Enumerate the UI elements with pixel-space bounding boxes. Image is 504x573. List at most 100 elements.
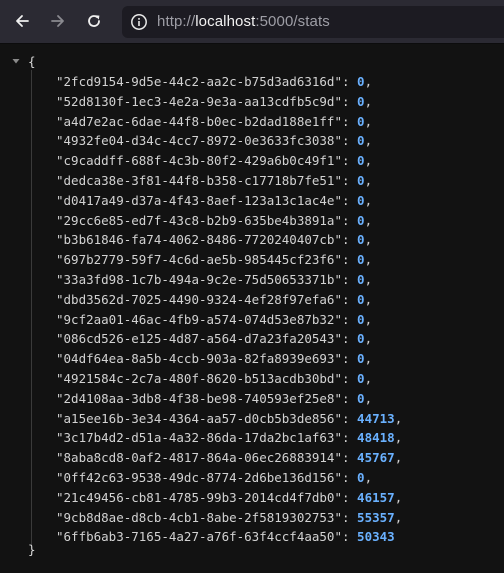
json-colon: :	[341, 351, 358, 367]
json-entry-row: "0ff42c63-9538-49dc-8774-2d6be136d156": …	[56, 470, 372, 486]
json-viewer: { "2fcd9154-9d5e-44c2-aa2c-b75d3ad6316d"…	[0, 44, 504, 573]
json-comma: ,	[364, 192, 373, 208]
forward-button[interactable]	[44, 7, 72, 35]
url-text[interactable]: http://localhost:5000/stats	[157, 13, 330, 31]
json-key: "33a3fd98-1c7b-494a-9c2e-75d50653371b"	[56, 272, 342, 287]
browser-toolbar: http://localhost:5000/stats	[0, 0, 504, 44]
json-entry-row: "a4d7e2ac-6dae-44f8-b0ec-b2dad188e1ff": …	[56, 114, 372, 130]
json-value: 0	[357, 272, 365, 287]
json-comma: ,	[364, 212, 373, 228]
json-comma: ,	[394, 489, 403, 505]
arrow-right-icon	[51, 15, 64, 27]
json-key: "52d8130f-1ec3-4e2a-9e3a-aa13cdfb5c9d"	[56, 93, 342, 109]
json-colon: :	[341, 470, 358, 485]
json-value: 0	[357, 351, 365, 367]
json-value: 46157	[357, 489, 395, 505]
json-key: "21c49456-cb81-4785-99b3-2014cd4f7db0"	[56, 489, 342, 505]
json-key: "9cb8d8ae-d8cb-4cb1-8abe-2f5819302753"	[56, 509, 342, 525]
json-value: 0	[357, 331, 365, 347]
reload-button[interactable]	[80, 7, 108, 35]
indent-guide	[31, 70, 32, 546]
json-colon: :	[341, 212, 358, 228]
json-value: 0	[357, 192, 365, 208]
json-key: "8aba8cd8-0af2-4817-864a-06ec26883914"	[56, 450, 342, 466]
json-entry-row: "c9caddff-688f-4c3b-80f2-429a6b0c49f1": …	[56, 153, 372, 169]
json-close-brace: }	[28, 542, 36, 557]
json-value: 0	[357, 291, 365, 307]
json-comma: ,	[364, 331, 373, 347]
json-value: 0	[357, 212, 365, 228]
json-comma: ,	[364, 272, 373, 287]
json-colon: :	[341, 529, 358, 545]
json-key: "c9caddff-688f-4c3b-80f2-429a6b0c49f1"	[56, 153, 342, 169]
json-entry-row: "21c49456-cb81-4785-99b3-2014cd4f7db0": …	[56, 490, 402, 506]
json-colon: :	[341, 113, 358, 129]
json-key: "04df64ea-8a5b-4ccb-903a-82fa8939e693"	[56, 351, 342, 367]
address-bar[interactable]: http://localhost:5000/stats	[122, 6, 504, 38]
json-key: "a4d7e2ac-6dae-44f8-b0ec-b2dad188e1ff"	[56, 113, 342, 129]
json-colon: :	[341, 272, 358, 287]
json-colon: :	[341, 430, 358, 446]
json-entry-row: "4932fe04-d34c-4cc7-8972-0e3633fc3038": …	[56, 133, 372, 149]
json-entry-row: "a15ee16b-3e34-4364-aa57-d0cb5b3de856": …	[56, 411, 402, 427]
json-comma: ,	[394, 430, 403, 446]
json-colon: :	[341, 489, 358, 505]
json-comma: ,	[394, 450, 403, 466]
json-entry-row: "8aba8cd8-0af2-4817-864a-06ec26883914": …	[56, 450, 402, 466]
json-value: 44713	[357, 410, 395, 426]
json-comma: ,	[364, 133, 373, 149]
json-key: "9cf2aa01-46ac-4fb9-a574-074d53e87b32"	[56, 311, 342, 327]
json-key: "29cc6e85-ed7f-43c8-b2b9-635be4b3891a"	[56, 212, 342, 228]
json-key: "d0417a49-d37a-4f43-8aef-123a13c1ac4e"	[56, 192, 342, 208]
json-colon: :	[341, 252, 358, 268]
json-colon: :	[341, 410, 358, 426]
json-entry-row: "086cd526-e125-4d87-a564-d7a23fa20543": …	[56, 331, 372, 347]
json-entry-row: "2d4108aa-3db8-4f38-be98-740593ef25e8": …	[56, 391, 372, 407]
json-comma: ,	[364, 232, 373, 248]
json-value: 0	[357, 93, 365, 109]
json-key: "4921584c-2c7a-480f-8620-b513acdb30bd"	[56, 371, 342, 386]
json-value: 0	[357, 74, 365, 89]
json-entry-row: "04df64ea-8a5b-4ccb-903a-82fa8939e693": …	[56, 351, 372, 367]
json-colon: :	[341, 291, 358, 307]
back-button[interactable]	[8, 7, 36, 35]
reload-icon	[88, 15, 100, 27]
json-comma: ,	[364, 74, 373, 89]
url-scheme: http://	[157, 13, 196, 30]
json-entry-row: "b3b61846-fa74-4062-8486-7720240407cb": …	[56, 232, 372, 248]
json-entry-row: "3c17b4d2-d51a-4a32-86da-17da2bc1af63": …	[56, 430, 402, 446]
json-entry-row: "dedca38e-3f81-44f8-b358-c17718b7fe51": …	[56, 173, 372, 189]
json-comma: ,	[364, 113, 373, 129]
json-value: 50343	[357, 529, 395, 545]
json-value: 0	[357, 470, 365, 485]
json-colon: :	[341, 371, 358, 386]
json-comma: ,	[364, 93, 373, 109]
arrow-left-icon	[16, 15, 29, 27]
json-value: 0	[357, 390, 365, 406]
json-entry-row: "29cc6e85-ed7f-43c8-b2b9-635be4b3891a": …	[56, 213, 372, 229]
json-colon: :	[341, 192, 358, 208]
json-value: 0	[357, 113, 365, 129]
json-colon: :	[341, 133, 358, 149]
json-value: 45767	[357, 450, 395, 466]
json-comma: ,	[364, 390, 373, 406]
json-colon: :	[341, 311, 358, 327]
json-colon: :	[341, 173, 358, 188]
json-open-brace: {	[28, 54, 36, 69]
json-entry-row: "6ffb6ab3-7165-4a27-a76f-63f4ccf4aa50": …	[56, 529, 395, 545]
json-value: 0	[357, 371, 365, 386]
json-colon: :	[341, 450, 358, 466]
info-icon[interactable]	[130, 13, 148, 31]
json-comma: ,	[364, 311, 373, 327]
url-path: :5000/stats	[255, 13, 330, 30]
json-comma: ,	[364, 470, 373, 485]
json-colon: :	[341, 153, 358, 169]
collapse-toggle-icon[interactable]	[11, 56, 21, 66]
json-key: "4932fe04-d34c-4cc7-8972-0e3633fc3038"	[56, 133, 342, 149]
json-colon: :	[341, 509, 358, 525]
json-entry-row: "697b2779-59f7-4c6d-ae5b-985445cf23f6": …	[56, 252, 372, 268]
json-colon: :	[341, 74, 358, 89]
json-key: "0ff42c63-9538-49dc-8774-2d6be136d156"	[56, 470, 342, 485]
json-comma: ,	[394, 410, 403, 426]
json-value: 0	[357, 311, 365, 327]
